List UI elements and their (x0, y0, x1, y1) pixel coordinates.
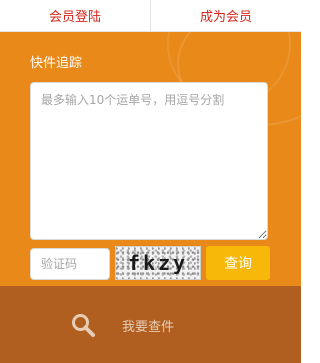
find-package-bar[interactable]: 我要查件 (0, 286, 301, 363)
find-package-label: 我要查件 (122, 320, 175, 335)
query-button[interactable]: 查询 (206, 246, 270, 280)
tracking-title: 快件追踪 (30, 56, 83, 71)
tracking-numbers-input[interactable] (30, 82, 268, 240)
member-login-tab[interactable]: 会员登陆 (0, 0, 150, 31)
captcha-image[interactable]: fkzy (115, 246, 201, 280)
captcha-text: fkzy (127, 251, 189, 275)
top-nav: 会员登陆 成为会员 (0, 0, 301, 32)
tracking-panel: 快件追踪 fkzy 查询 (0, 32, 301, 286)
captcha-input[interactable] (30, 248, 110, 280)
search-icon (72, 314, 95, 337)
become-member-tab[interactable]: 成为会员 (151, 0, 301, 31)
